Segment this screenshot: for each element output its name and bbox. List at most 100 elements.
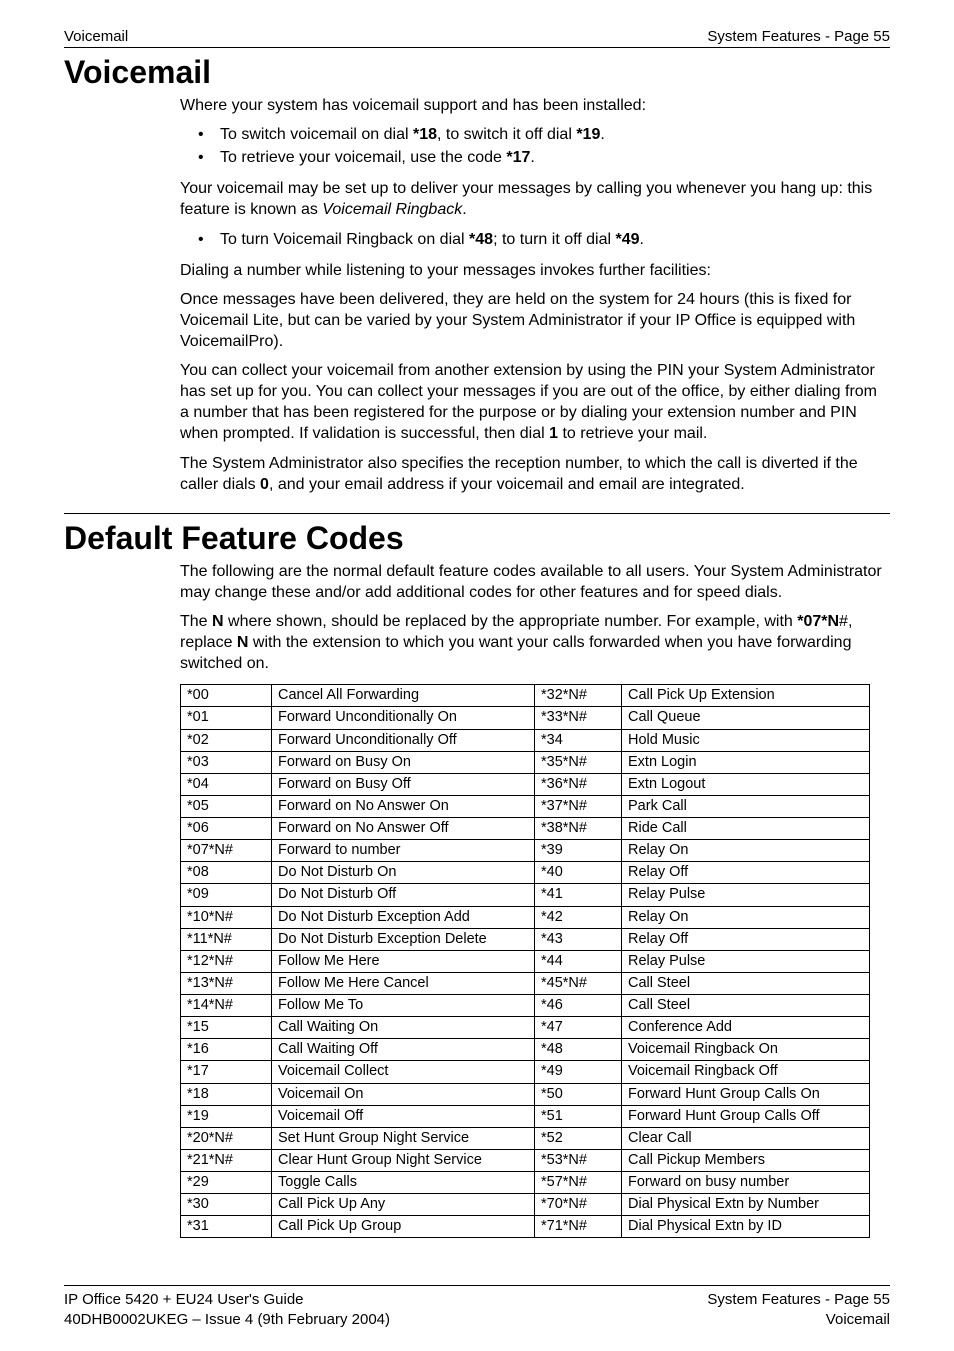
table-row: *12*N#Follow Me Here*44Relay Pulse — [181, 950, 870, 972]
table-row: *06Forward on No Answer Off*38*N#Ride Ca… — [181, 818, 870, 840]
table-cell: Follow Me Here — [272, 950, 535, 972]
table-cell: Dial Physical Extn by Number — [622, 1194, 870, 1216]
table-cell: *09 — [181, 884, 272, 906]
table-row: *16Call Waiting Off*48Voicemail Ringback… — [181, 1039, 870, 1061]
table-cell: Relay Off — [622, 928, 870, 950]
table-cell: *17 — [181, 1061, 272, 1083]
table-cell: Clear Hunt Group Night Service — [272, 1149, 535, 1171]
table-cell: Relay On — [622, 906, 870, 928]
table-row: *18Voicemail On*50Forward Hunt Group Cal… — [181, 1083, 870, 1105]
table-row: *31Call Pick Up Group*71*N#Dial Physical… — [181, 1216, 870, 1238]
text: where shown, should be replaced by the a… — [224, 613, 798, 630]
table-cell: Relay Pulse — [622, 950, 870, 972]
table-cell: *33*N# — [535, 707, 622, 729]
table-cell: Do Not Disturb Off — [272, 884, 535, 906]
table-cell: Call Steel — [622, 972, 870, 994]
code: *18 — [413, 126, 437, 143]
table-cell: Forward Unconditionally On — [272, 707, 535, 729]
table-cell: Conference Add — [622, 1017, 870, 1039]
codes-para1: The following are the normal default fea… — [180, 561, 890, 603]
text: To turn Voicemail Ringback on dial — [220, 231, 469, 248]
footer-page: System Features - Page 55 — [707, 1291, 890, 1308]
table-cell: Relay Pulse — [622, 884, 870, 906]
table-cell: *00 — [181, 685, 272, 707]
table-row: *14*N#Follow Me To*46Call Steel — [181, 995, 870, 1017]
text: , and your email address if your voicema… — [269, 476, 745, 493]
table-cell: *32*N# — [535, 685, 622, 707]
table-cell: *30 — [181, 1194, 272, 1216]
table-cell: *48 — [535, 1039, 622, 1061]
table-row: *03Forward on Busy On*35*N#Extn Login — [181, 751, 870, 773]
term: Voicemail Ringback — [322, 201, 462, 218]
table-row: *13*N#Follow Me Here Cancel*45*N#Call St… — [181, 972, 870, 994]
table-cell: Forward Hunt Group Calls Off — [622, 1105, 870, 1127]
table-cell: *44 — [535, 950, 622, 972]
table-cell: Do Not Disturb On — [272, 862, 535, 884]
table-cell: *29 — [181, 1172, 272, 1194]
table-cell: Forward on Busy Off — [272, 773, 535, 795]
text: Your voicemail may be set up to deliver … — [180, 180, 872, 218]
table-cell: Follow Me To — [272, 995, 535, 1017]
table-cell: *50 — [535, 1083, 622, 1105]
table-cell: *02 — [181, 729, 272, 751]
table-cell: *45*N# — [535, 972, 622, 994]
placeholder: N — [212, 613, 224, 630]
bullet-retrieve-voicemail: To retrieve your voicemail, use the code… — [180, 147, 890, 168]
table-cell: Voicemail Ringback Off — [622, 1061, 870, 1083]
table-cell: *37*N# — [535, 795, 622, 817]
voicemail-bullets-2: To turn Voicemail Ringback on dial *48; … — [180, 229, 890, 250]
table-cell: Do Not Disturb Exception Add — [272, 906, 535, 928]
code: *07*N — [797, 613, 839, 630]
table-cell: *39 — [535, 840, 622, 862]
table-cell: *19 — [181, 1105, 272, 1127]
table-cell: *07*N# — [181, 840, 272, 862]
table-cell: Call Steel — [622, 995, 870, 1017]
table-cell: Do Not Disturb Exception Delete — [272, 928, 535, 950]
voicemail-bullets-1: To switch voicemail on dial *18, to swit… — [180, 124, 890, 168]
section-title-codes: Default Feature Codes — [64, 520, 890, 557]
table-cell: Call Waiting On — [272, 1017, 535, 1039]
table-cell: *47 — [535, 1017, 622, 1039]
table-cell: *08 — [181, 862, 272, 884]
table-cell: Forward on Busy On — [272, 751, 535, 773]
table-cell: *70*N# — [535, 1194, 622, 1216]
text: To switch voicemail on dial — [220, 126, 413, 143]
text: to retrieve your mail. — [558, 425, 707, 442]
table-row: *20*N#Set Hunt Group Night Service*52Cle… — [181, 1127, 870, 1149]
table-row: *07*N#Forward to number*39Relay On — [181, 840, 870, 862]
code: *49 — [616, 231, 640, 248]
table-cell: Forward on No Answer Off — [272, 818, 535, 840]
text: . — [462, 201, 466, 218]
table-cell: Forward to number — [272, 840, 535, 862]
text: . — [640, 231, 644, 248]
bullet-switch-voicemail: To switch voicemail on dial *18, to swit… — [180, 124, 890, 145]
table-row: *04Forward on Busy Off*36*N#Extn Logout — [181, 773, 870, 795]
table-cell: Forward Hunt Group Calls On — [622, 1083, 870, 1105]
header-right: System Features - Page 55 — [707, 28, 890, 45]
table-row: *15Call Waiting On*47Conference Add — [181, 1017, 870, 1039]
feature-codes-table: *00Cancel All Forwarding*32*N#Call Pick … — [180, 684, 870, 1238]
table-cell: *41 — [535, 884, 622, 906]
codes-body: The following are the normal default fea… — [180, 561, 890, 1239]
section-divider — [64, 513, 890, 514]
section-title-voicemail: Voicemail — [64, 54, 890, 91]
table-cell: Call Waiting Off — [272, 1039, 535, 1061]
footer-right: System Features - Page 55 Voicemail — [707, 1290, 890, 1329]
voicemail-para5: You can collect your voicemail from anot… — [180, 360, 890, 444]
bullet-ringback: To turn Voicemail Ringback on dial *48; … — [180, 229, 890, 250]
footer-section: Voicemail — [826, 1311, 890, 1328]
table-row: *30Call Pick Up Any*70*N#Dial Physical E… — [181, 1194, 870, 1216]
code: *48 — [469, 231, 493, 248]
table-cell: Extn Login — [622, 751, 870, 773]
table-row: *11*N#Do Not Disturb Exception Delete*43… — [181, 928, 870, 950]
table-cell: *13*N# — [181, 972, 272, 994]
table-cell: *36*N# — [535, 773, 622, 795]
table-cell: Clear Call — [622, 1127, 870, 1149]
table-cell: *31 — [181, 1216, 272, 1238]
table-cell: Extn Logout — [622, 773, 870, 795]
table-cell: Call Pick Up Extension — [622, 685, 870, 707]
footer-title: IP Office 5420 + EU24 User's Guide — [64, 1291, 304, 1308]
table-row: *02Forward Unconditionally Off*34Hold Mu… — [181, 729, 870, 751]
table-cell: Toggle Calls — [272, 1172, 535, 1194]
codes-para2: The N where shown, should be replaced by… — [180, 611, 890, 674]
